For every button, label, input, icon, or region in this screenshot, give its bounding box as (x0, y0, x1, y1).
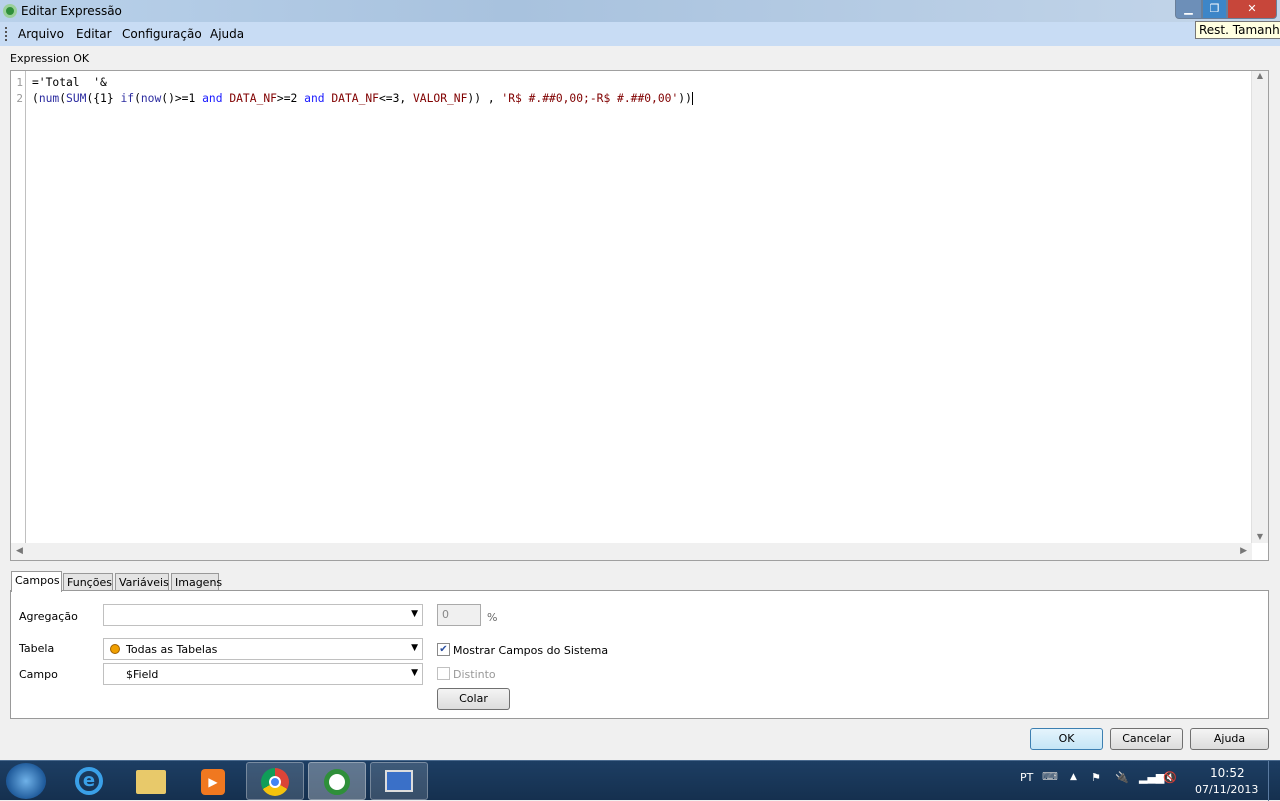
power-icon[interactable]: 🔌 (1115, 771, 1129, 784)
code-line-1: ='Total '& (32, 76, 107, 89)
taskbar-remote-desktop-icon[interactable] (370, 762, 428, 800)
keyboard-icon[interactable]: ⌨ (1042, 770, 1058, 783)
agregacao-select[interactable]: ▼ (103, 604, 423, 626)
expression-status: Expression OK (10, 52, 90, 65)
volume-muted-icon[interactable]: 🔇 (1163, 771, 1177, 784)
campo-label: Campo (19, 668, 58, 681)
tabela-label: Tabela (19, 642, 55, 655)
agregacao-label: Agregação (19, 610, 78, 623)
show-hidden-icons-icon[interactable]: ▲ (1070, 772, 1077, 782)
expression-editor[interactable]: 12 ='Total '& (num(SUM({1} if(now()>=1 an… (10, 70, 1269, 561)
qlikview-logo-icon (3, 4, 17, 18)
restore-button[interactable]: ❐ (1202, 0, 1227, 19)
taskbar-chrome-icon[interactable] (246, 762, 304, 800)
start-button[interactable] (6, 763, 46, 799)
clock-date[interactable]: 07/11/2013 (1195, 783, 1258, 796)
ok-button[interactable]: OK (1030, 728, 1103, 750)
tab-campos[interactable]: Campos (11, 571, 62, 592)
taskbar: e ▶ PT ⌨ ▲ ⚑ 🔌 ▂▄▆ 🔇 10:52 07/11/2013 (0, 760, 1280, 801)
percent-input[interactable]: 0 (437, 604, 481, 626)
mostrar-campos-label: Mostrar Campos do Sistema (453, 644, 609, 657)
chevron-down-icon: ▼ (411, 643, 418, 653)
distinto-checkbox[interactable] (437, 667, 450, 680)
horizontal-scrollbar[interactable]: ◀ ▶ (11, 543, 1252, 560)
minimize-button[interactable]: ▁ (1175, 0, 1202, 19)
close-button[interactable]: ✕ (1227, 0, 1277, 19)
mostrar-campos-checkbox[interactable]: ✔ (437, 643, 450, 656)
menu-editar[interactable]: Editar (76, 27, 112, 41)
percent-sign: % (487, 611, 498, 624)
campos-panel: Agregação ▼ 0 % Tabela Todas as Tabelas ▼… (10, 590, 1269, 719)
chevron-down-icon: ▼ (411, 609, 418, 619)
window-title: Editar Expressão (21, 4, 122, 18)
menu-arquivo[interactable]: Arquivo (18, 27, 64, 41)
code-text[interactable]: ='Total '& (num(SUM({1} if(now()>=1 and D… (32, 75, 693, 107)
menu-configuracao[interactable]: Configuração (122, 27, 202, 41)
distinto-label: Distinto (453, 668, 496, 681)
language-indicator[interactable]: PT (1020, 771, 1033, 784)
tooltip: Rest. Tamanho (1195, 21, 1280, 39)
taskbar-ie-icon[interactable]: e (60, 762, 118, 800)
taskbar-qlikview-icon[interactable] (308, 762, 366, 800)
title-bar: Editar Expressão ▁ ❐ ✕ (0, 0, 1280, 22)
tabela-select[interactable]: Todas as Tabelas ▼ (103, 638, 423, 660)
chevron-down-icon: ▼ (411, 668, 418, 678)
tab-imagens[interactable]: Imagens (171, 573, 222, 591)
colar-button[interactable]: Colar (437, 688, 510, 710)
taskbar-media-player-icon[interactable]: ▶ (184, 762, 242, 800)
tab-variaveis[interactable]: Variáveis (115, 573, 169, 591)
menu-bar: Arquivo Editar Configuração Ajuda (0, 22, 1280, 46)
line-numbers: 12 (11, 71, 26, 543)
help-button[interactable]: Ajuda (1190, 728, 1269, 750)
toolbar-grip[interactable] (5, 27, 7, 41)
code-line-2: (num(SUM({1} if(now()>=1 and DATA_NF>=2 … (32, 92, 693, 105)
show-desktop-button[interactable] (1268, 761, 1280, 801)
vertical-scrollbar[interactable]: ▲ ▼ (1251, 71, 1268, 543)
network-signal-icon[interactable]: ▂▄▆ (1139, 771, 1164, 784)
clock-time[interactable]: 10:52 (1210, 766, 1245, 780)
taskbar-explorer-icon[interactable] (122, 762, 180, 800)
cancel-button[interactable]: Cancelar (1110, 728, 1183, 750)
campo-select[interactable]: $Field ▼ (103, 663, 423, 685)
action-center-flag-icon[interactable]: ⚑ (1091, 771, 1101, 784)
tab-funcoes[interactable]: Funções (63, 573, 113, 591)
table-dot-icon (110, 644, 120, 654)
menu-ajuda[interactable]: Ajuda (210, 27, 244, 41)
